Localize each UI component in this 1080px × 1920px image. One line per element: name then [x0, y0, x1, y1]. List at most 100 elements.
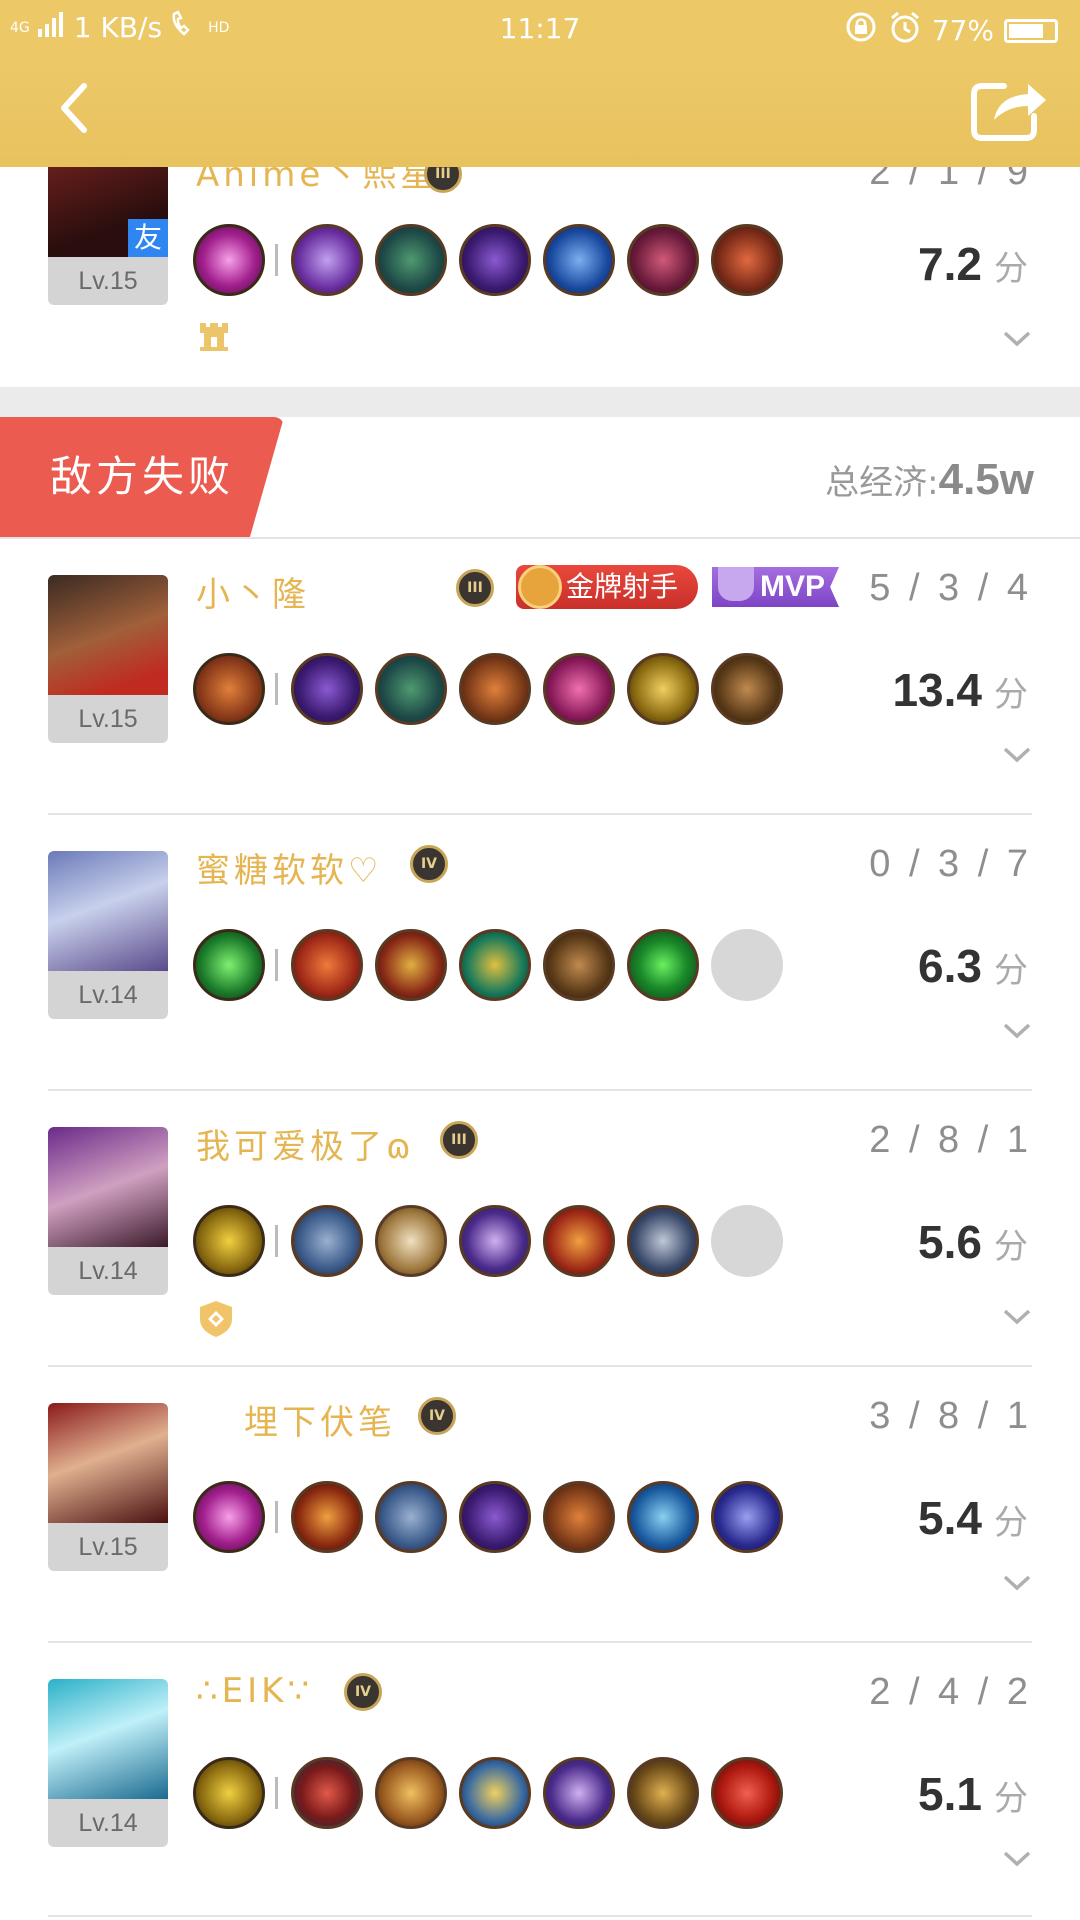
avatar: [48, 1679, 168, 1799]
rank-tier-icon: III: [456, 569, 494, 607]
player-level: Lv.15: [48, 257, 168, 305]
match-detail-content[interactable]: 友 Lv.15 Anime丶熙星 III 2 / 1 / 9 7.2 分 敌方失败…: [0, 167, 1080, 1920]
item-green-amulet-icon: [459, 929, 531, 1001]
share-icon: [971, 83, 1046, 141]
item-axe-icon: [459, 224, 531, 296]
kda: 2 / 1 / 9: [869, 167, 1032, 193]
player-row[interactable]: Lv.14 蜜糖软软♡ IV 0 / 3 / 7 6.3 分: [0, 843, 1080, 1119]
team-result-banner: 敌方失败: [0, 417, 284, 537]
score-unit: 分: [994, 1504, 1028, 1542]
team-economy: 总经济:4.5w: [825, 455, 1034, 505]
item-boots-icon: [375, 224, 447, 296]
item-chalice-icon: [375, 1757, 447, 1829]
score-unit: 分: [994, 952, 1028, 990]
player-name: 蜜糖软软♡: [196, 851, 383, 891]
avatar: [48, 1127, 168, 1247]
row-divider: [48, 813, 1032, 815]
row-divider: [48, 1089, 1032, 1091]
avatar: [48, 575, 168, 695]
chevron-down-icon[interactable]: [1002, 1021, 1032, 1041]
rank-tier-icon: IV: [418, 1397, 456, 1435]
player-level: Lv.14: [48, 1247, 168, 1295]
item-boots-icon: [375, 653, 447, 725]
item-ruby-icon: [711, 1757, 783, 1829]
spell-flash-icon: [193, 224, 265, 296]
chevron-down-icon[interactable]: [1002, 329, 1032, 349]
player-score: 13.4 分: [892, 663, 1028, 717]
rank-tier-icon: III: [440, 1121, 478, 1159]
row-divider: [48, 1365, 1032, 1367]
header-divider: [0, 537, 1080, 539]
kda: 3 / 8 / 1: [869, 1395, 1032, 1437]
mvp-label: MVP: [760, 570, 826, 603]
player-score: 7.2 分: [918, 237, 1028, 291]
player-row[interactable]: Lv.14 ∴EIK∵ IV 2 / 4 / 2 5.1 分: [0, 1671, 1080, 1920]
score-value: 7.2: [918, 238, 982, 290]
item-fire-dagger-icon: [291, 1481, 363, 1553]
spell-divider: [275, 1225, 278, 1257]
item-steel-boots-icon: [375, 1481, 447, 1553]
spell-divider: [275, 1777, 278, 1809]
status-bar: 4G 1 KB/s HD 11:17 77%: [0, 0, 1080, 62]
item-axe-icon: [459, 1481, 531, 1553]
chevron-down-icon[interactable]: [1002, 745, 1032, 765]
back-button[interactable]: [40, 70, 120, 150]
player-score: 5.6 分: [918, 1215, 1028, 1269]
rotation-lock-icon: [844, 10, 878, 51]
kda: 0 / 3 / 7: [869, 843, 1032, 885]
battery-percent: 77%: [931, 14, 994, 47]
player-level: Lv.14: [48, 1799, 168, 1847]
item-gauntlet-icon: [711, 653, 783, 725]
item-skull-mask-icon: [543, 1757, 615, 1829]
item-blade-icon: [543, 1481, 615, 1553]
chevron-down-icon[interactable]: [1002, 1849, 1032, 1869]
item-axe-icon: [291, 653, 363, 725]
spell-run-icon: [193, 1757, 265, 1829]
player-name: 埋下伏笔: [244, 1403, 396, 1443]
player-row[interactable]: Lv.15 埋下伏笔 IV 3 / 8 / 1 5.4 分: [0, 1395, 1080, 1671]
empty-item-slot: [711, 1205, 783, 1277]
item-red-boots-icon: [375, 929, 447, 1001]
item-staff-icon: [291, 224, 363, 296]
spell-smite-icon: [193, 929, 265, 1001]
item-skull-mask-icon: [459, 1205, 531, 1277]
avatar: 友: [48, 167, 168, 257]
item-gold-armor-icon: [627, 1757, 699, 1829]
row-divider: [48, 1915, 1032, 1917]
player-name: 小丶隆: [196, 575, 310, 615]
item-blue-spear-icon: [543, 224, 615, 296]
trophy-icon: [718, 567, 754, 601]
share-button[interactable]: [964, 68, 1054, 148]
score-unit: 分: [994, 250, 1028, 288]
battery-icon: [1004, 18, 1058, 43]
item-ice-blade-icon: [627, 1481, 699, 1553]
item-blue-spear-icon: [711, 1481, 783, 1553]
player-score: 5.4 分: [918, 1491, 1028, 1545]
chevron-down-icon[interactable]: [1002, 1307, 1032, 1327]
spell-divider: [275, 949, 278, 981]
score-value: 5.6: [918, 1216, 982, 1268]
enemy-team-header: 敌方失败 总经济:4.5w: [0, 417, 1080, 537]
player-row-ally-partial[interactable]: 友 Lv.15 Anime丶熙星 III 2 / 1 / 9 7.2 分: [0, 167, 1080, 387]
item-red-boots-icon: [291, 1757, 363, 1829]
item-steel-boots-icon: [291, 1205, 363, 1277]
gold-marksman-badge: 金牌射手: [516, 565, 699, 609]
item-book-icon: [375, 1205, 447, 1277]
status-right: 77%: [844, 10, 1058, 51]
avatar: [48, 1403, 168, 1523]
chevron-down-icon[interactable]: [1002, 1573, 1032, 1593]
row-divider: [48, 1641, 1032, 1643]
section-gap: [0, 387, 1080, 417]
kda: 5 / 3 / 4: [869, 567, 1032, 609]
player-name: ∴EIK∵: [196, 1671, 314, 1711]
score-unit: 分: [994, 676, 1028, 714]
player-row[interactable]: Lv.14 我可爱极了ɷ III 2 / 8 / 1 5.6 分: [0, 1119, 1080, 1395]
kda: 2 / 4 / 2: [869, 1671, 1032, 1713]
player-name: 我可爱极了ɷ: [196, 1127, 415, 1167]
score-value: 5.4: [918, 1492, 982, 1544]
player-row[interactable]: Lv.15 小丶隆 III 金牌射手 MVP 5 / 3 / 4 13.4 分: [0, 565, 1080, 843]
spell-run-icon: [193, 1205, 265, 1277]
player-level: Lv.15: [48, 695, 168, 743]
player-name: Anime丶熙星: [196, 167, 439, 195]
shield-badge-icon: [200, 1301, 232, 1337]
